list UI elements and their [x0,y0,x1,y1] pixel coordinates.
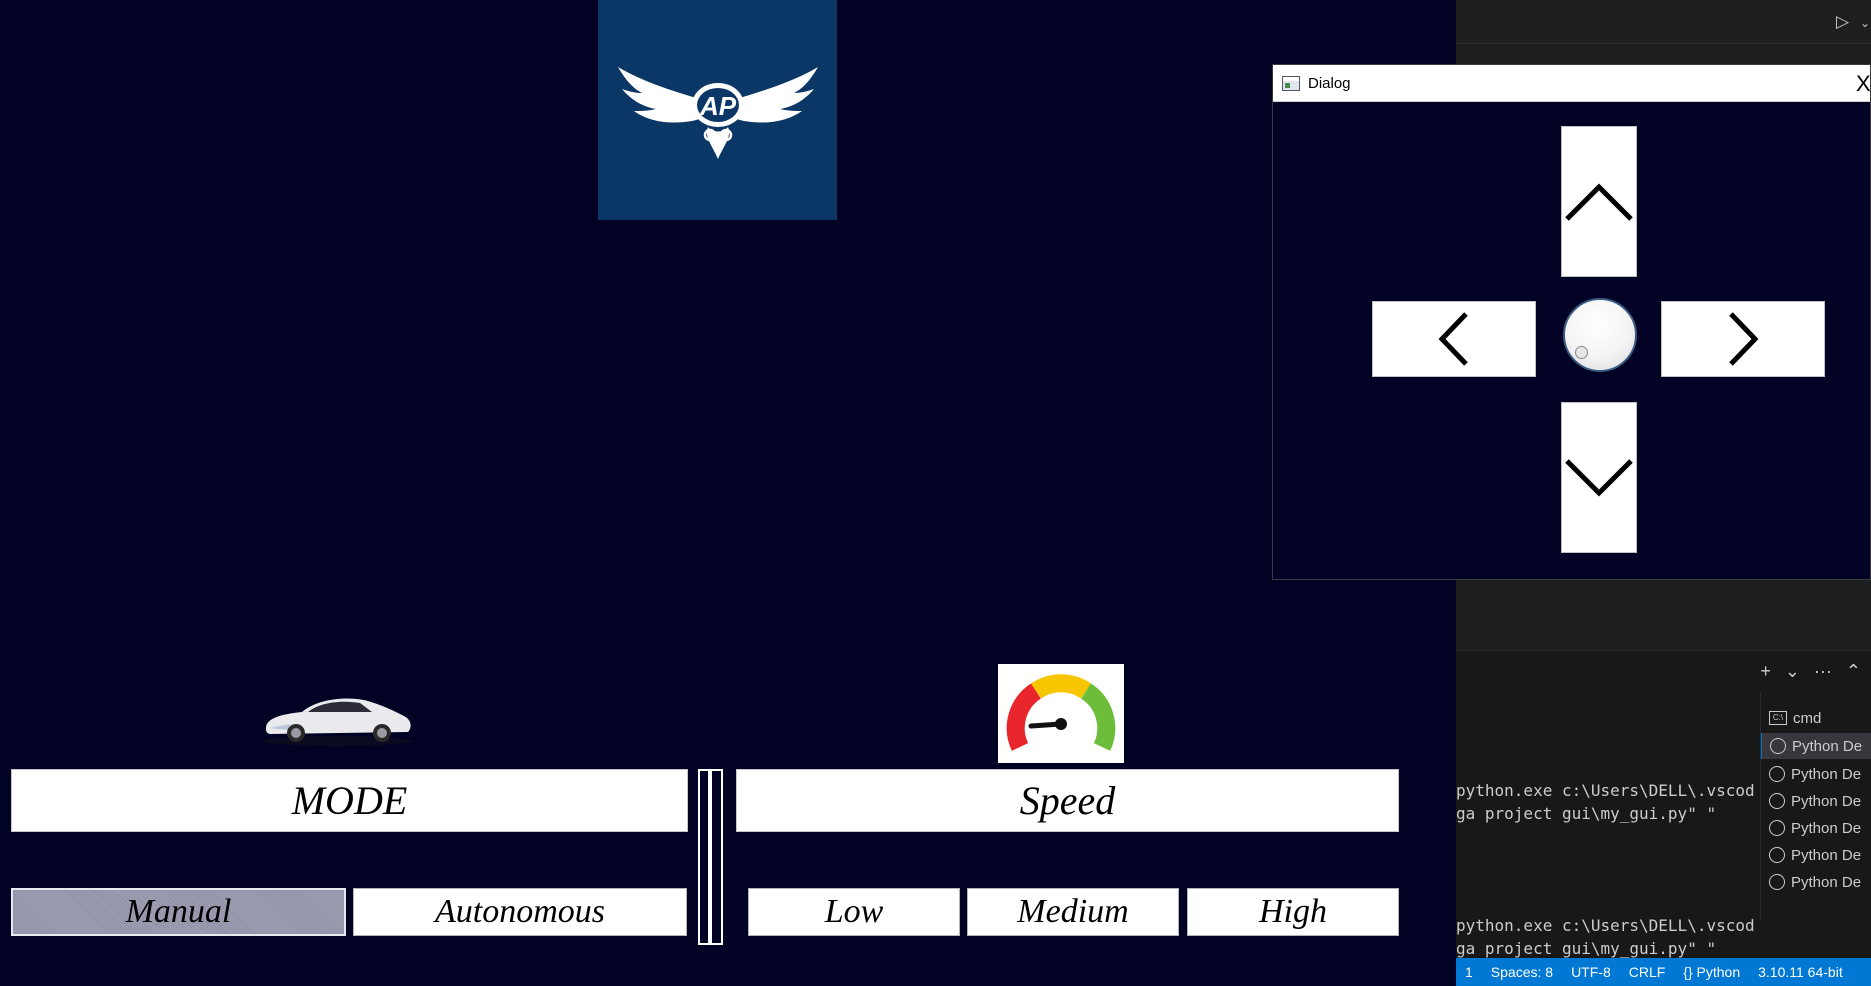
chevron-right-icon [1729,312,1759,366]
terminal-line: ga project gui\my_gui.py" " [1456,804,1717,823]
window-icon [1282,75,1300,91]
medium-speed-button[interactable]: Medium [967,888,1179,936]
dial-notch [1575,346,1588,359]
terminal-item-python[interactable]: Python De [1769,788,1861,814]
speed-label: Speed [736,769,1399,832]
speedometer-icon [1006,673,1116,751]
chevron-down-icon [1565,458,1633,497]
high-speed-button[interactable]: High [1187,888,1399,936]
dialog-title: Dialog [1308,74,1351,92]
chevron-up-icon [1565,182,1633,221]
debug-icon [1769,793,1785,809]
terminal-item-label: Python De [1791,846,1862,864]
status-bar: 1 Spaces: 8 UTF-8 CRLF {} Python 3.10.11… [1456,958,1871,986]
car-image [260,688,415,748]
chevron-left-icon [1438,312,1468,366]
editor-toolbar: ▷ ⌄ [1456,0,1871,44]
main-app-window: AP MODE Speed Manual Autonomous Low Medi… [0,0,1456,986]
run-dropdown-icon[interactable]: ⌄ [1860,16,1870,30]
divider [698,769,723,945]
terminal-line: ga project gui\my_gui.py" " [1456,939,1717,958]
terminal-item-label: Python De [1791,819,1862,837]
debug-icon [1769,874,1785,890]
dialog-titlebar[interactable]: Dialog X [1273,65,1870,102]
new-terminal-icon[interactable]: + [1760,661,1771,682]
status-interpreter[interactable]: 3.10.11 64-bit [1749,964,1852,980]
manual-mode-button[interactable]: Manual [11,888,346,936]
logo-text: AP [698,91,736,121]
terminal-item-label: Python De [1791,792,1862,810]
terminal-item-label: Python De [1791,873,1862,891]
status-indentation[interactable]: Spaces: 8 [1482,964,1562,980]
debug-icon [1769,847,1785,863]
terminal-item-python[interactable]: Python De [1761,733,1871,759]
terminal-line: python.exe c:\Users\DELL\.vscod [1456,916,1755,935]
debug-icon [1769,820,1785,836]
terminal-item-python[interactable]: Python De [1769,815,1861,841]
cmd-icon: C:\ [1769,711,1787,725]
debug-icon [1770,738,1786,754]
autonomous-mode-button[interactable]: Autonomous [353,888,687,936]
maximize-panel-icon[interactable]: ⌃ [1846,661,1861,682]
left-button[interactable] [1372,301,1536,377]
status-language[interactable]: {} Python [1674,964,1749,980]
terminal-item-python[interactable]: Python De [1769,761,1861,787]
down-button[interactable] [1561,402,1637,553]
debug-icon [1769,766,1785,782]
logo: AP [598,0,837,220]
run-icon[interactable]: ▷ [1836,12,1849,32]
terminal-item-label: Python De [1791,765,1862,783]
dialog-window: Dialog X [1272,64,1871,580]
more-actions-icon[interactable]: ··· [1814,661,1832,682]
direction-dial[interactable] [1563,298,1637,372]
terminal-item-python[interactable]: Python De [1769,869,1861,895]
up-button[interactable] [1561,126,1637,277]
terminal-line: python.exe c:\Users\DELL\.vscod [1456,781,1755,800]
status-problems[interactable]: 1 [1456,964,1482,980]
close-icon[interactable]: X [1856,71,1870,97]
speedometer-image [998,664,1124,763]
mode-label: MODE [11,769,688,832]
terminal-item-cmd[interactable]: C:\ cmd [1769,705,1821,731]
panel-actions: + ⌄ ··· ⌃ [1760,661,1861,682]
status-encoding[interactable]: UTF-8 [1562,964,1620,980]
terminal-item-label: Python De [1792,737,1863,755]
terminal-dropdown-icon[interactable]: ⌄ [1785,661,1800,682]
low-speed-button[interactable]: Low [748,888,960,936]
terminal-item-label: cmd [1793,709,1822,727]
status-eol[interactable]: CRLF [1620,964,1675,980]
terminal-panel: + ⌄ ··· ⌃ python.exe c:\Users\DELL\.vsco… [1456,650,1871,958]
terminal-item-python[interactable]: Python De [1769,842,1861,868]
terminal-list: C:\ cmd Python De Python De Python De Py… [1760,691,1871,921]
winged-logo-icon: AP [617,67,818,159]
right-button[interactable] [1661,301,1825,377]
